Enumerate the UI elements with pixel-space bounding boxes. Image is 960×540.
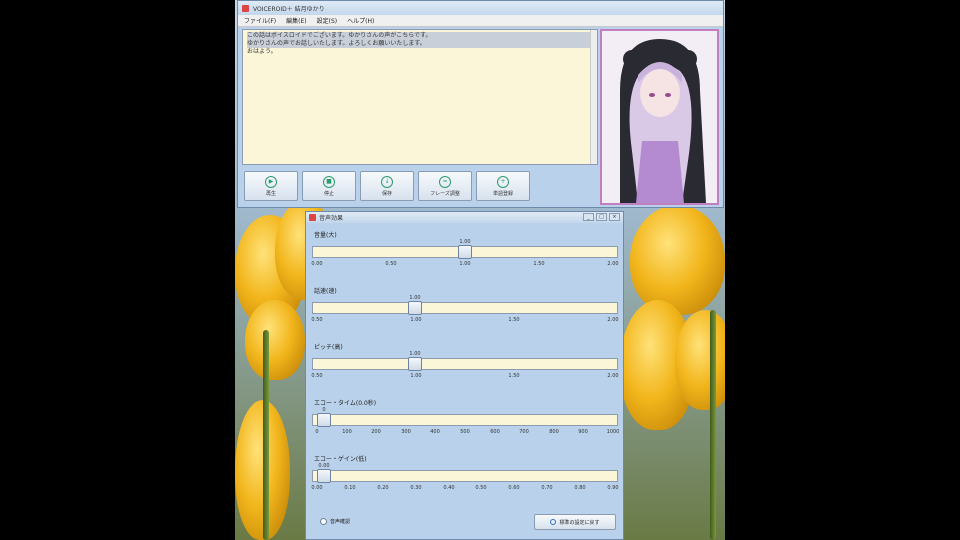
sound-check-label: 音声確認 [330, 519, 351, 525]
play-button[interactable]: ▶ 再生 [244, 171, 298, 201]
slider-tick: 1.00 [410, 373, 422, 379]
slider-tick: 0.90 [607, 485, 619, 491]
slider-ticks: 0.50 1.00 1.50 2.00 [311, 317, 619, 325]
menu-file[interactable]: ファイル(F) [244, 16, 276, 25]
slider-ticks: 0.00 0.10 0.20 0.30 0.40 0.50 0.60 0.70 0.80 0.90 [311, 485, 619, 493]
sound-window-title: 音声効果 [319, 215, 344, 222]
slider-tick: 600 [490, 429, 500, 435]
slider-tick: 900 [578, 429, 588, 435]
sound-settings-window: 音声効果 _ □ × 音量(大) 1.00 0.00 0.50 1.00 1.50 2.00… [305, 211, 624, 540]
slider-tick: 0.40 [443, 485, 455, 491]
menu-settings[interactable]: 設定(S) [317, 16, 338, 25]
slider-tick: 1000 [606, 429, 620, 435]
slider-tick: 2.00 [607, 317, 619, 323]
slider-tick: 300 [401, 429, 411, 435]
slider-ticks: 0.50 1.00 1.50 2.00 [311, 373, 619, 381]
slider-thumb[interactable] [408, 357, 422, 371]
slider-tick: 100 [342, 429, 352, 435]
menubar: ファイル(F) 編集(E) 設定(S) ヘルプ(H) [238, 15, 723, 27]
word-register-button[interactable]: + 単語登録 [476, 171, 530, 201]
slider-group-0: 音量(大) 1.00 0.00 0.50 1.00 1.50 2.00 [311, 230, 619, 272]
reset-defaults-button[interactable]: 標準の設定に戻す [534, 514, 616, 530]
slider-tick: 200 [371, 429, 381, 435]
main-titlebar: VOICEROID＋ 結月ゆかり [238, 1, 723, 15]
slider-tick: 0.50 [385, 261, 397, 267]
slider-tick: 2.00 [607, 373, 619, 379]
save-icon: ↓ [381, 175, 393, 188]
slider-thumb[interactable] [408, 301, 422, 315]
text-line-1: この話はボイスロイドでございます。ゆかりさんの声がこちらです。 [247, 32, 593, 40]
phrase-adjust-button[interactable]: ≈ フレーズ調整 [418, 171, 472, 201]
slider-label: エコー・ゲイン(低) [314, 456, 367, 463]
slider-track[interactable] [312, 414, 618, 426]
slider-tick: 0.50 [311, 317, 323, 323]
character-image [602, 31, 717, 203]
phrase-icon: ≈ [439, 175, 451, 188]
slider-label: ピッチ(高) [314, 344, 343, 351]
slider-track[interactable] [312, 470, 618, 482]
slider-tick: 0.10 [344, 485, 356, 491]
slider-tick: 0.20 [377, 485, 389, 491]
slider-tick: 1.50 [508, 317, 520, 323]
close-button[interactable]: × [609, 213, 620, 221]
slider-tick: 0.50 [475, 485, 487, 491]
slider-tick: 1.50 [533, 261, 545, 267]
slider-tick: 0.70 [541, 485, 553, 491]
slider-tick: 500 [460, 429, 470, 435]
stop-button[interactable]: ■ 停止 [302, 171, 356, 201]
slider-tick: 0 [315, 429, 319, 435]
slider-ticks: 0 100 200 300 400 500 600 700 800 900 1000 [312, 429, 620, 437]
sound-check-box[interactable] [320, 518, 327, 525]
slider-group-4: エコー・ゲイン(低) 0.00 0.00 0.10 0.20 0.30 0.40 0.50 0.… [311, 454, 619, 496]
slider-thumb[interactable] [317, 469, 331, 483]
word-icon: + [497, 175, 509, 188]
slider-tick: 700 [519, 429, 529, 435]
main-toolbar: ▶ 再生 ■ 停止 ↓ 保存 ≈ フレーズ調整 + 単語登録 [244, 171, 530, 201]
menu-edit[interactable]: 編集(E) [286, 16, 306, 25]
text-scrollbar[interactable] [590, 30, 597, 164]
slider-thumb[interactable] [458, 245, 472, 259]
save-button[interactable]: ↓ 保存 [360, 171, 414, 201]
text-line-3: おはよう。 [247, 48, 277, 55]
slider-tick: 0.00 [311, 261, 323, 267]
sound-app-icon [309, 214, 316, 221]
text-line-2: ゆかりさんの声でお話しいたします。よろしくお願いいたします。 [247, 40, 593, 48]
slider-tick: 2.00 [607, 261, 619, 267]
slider-track[interactable] [312, 358, 618, 370]
reset-icon [550, 519, 557, 525]
sound-check[interactable]: 音声確認 [320, 518, 350, 525]
slider-tick: 400 [430, 429, 440, 435]
slider-tick: 800 [549, 429, 559, 435]
play-icon: ▶ [265, 175, 277, 188]
slider-group-1: 話速(速) 1.00 0.50 1.00 1.50 2.00 [311, 286, 619, 328]
slider-tick: 0.50 [311, 373, 323, 379]
sound-titlebar: 音声効果 _ □ × [306, 212, 623, 223]
character-portrait [600, 29, 719, 205]
slider-group-3: エコー・タイム(0.0秒) 0 0 100 200 300 400 500 600 700 800 9… [312, 398, 620, 440]
slider-tick: 0.60 [508, 485, 520, 491]
slider-group-2: ピッチ(高) 1.00 0.50 1.00 1.50 2.00 [311, 342, 619, 384]
slider-label: エコー・タイム(0.0秒) [314, 400, 377, 407]
menu-help[interactable]: ヘルプ(H) [347, 16, 374, 25]
main-window-title: VOICEROID＋ 結月ゆかり [253, 5, 325, 13]
sound-bottom-row: 音声確認 標準の設定に戻す [320, 514, 616, 530]
app-icon [242, 4, 249, 12]
slider-label: 話速(速) [314, 288, 337, 295]
main-window: VOICEROID＋ 結月ゆかり ファイル(F) 編集(E) 設定(S) ヘルプ… [237, 0, 724, 208]
text-input-area[interactable]: この話はボイスロイドでございます。ゆかりさんの声がこちらです。 ゆかりさんの声で… [242, 29, 598, 165]
slider-tick: 0.00 [311, 485, 323, 491]
stop-icon: ■ [323, 175, 335, 188]
slider-tick: 1.00 [410, 317, 422, 323]
maximize-button[interactable]: □ [596, 213, 607, 221]
slider-label: 音量(大) [314, 232, 337, 239]
slider-track[interactable] [312, 302, 618, 314]
slider-tick: 0.80 [574, 485, 586, 491]
slider-tick: 1.00 [459, 261, 471, 267]
slider-ticks: 0.00 0.50 1.00 1.50 2.00 [311, 261, 619, 269]
slider-tick: 0.30 [410, 485, 422, 491]
slider-tick: 1.50 [508, 373, 520, 379]
minimize-button[interactable]: _ [583, 213, 594, 221]
slider-thumb[interactable] [317, 413, 331, 427]
